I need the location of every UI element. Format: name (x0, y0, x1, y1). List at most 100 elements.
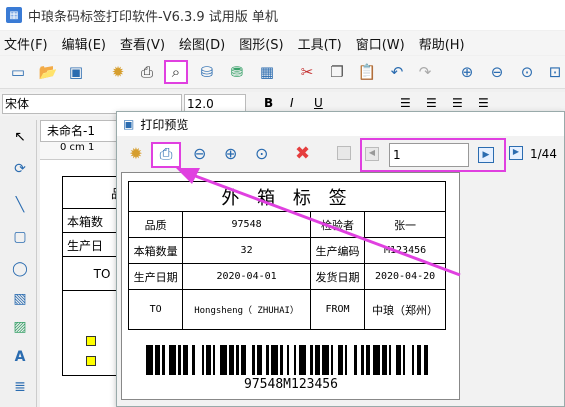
save-icon[interactable]: ▣ (64, 60, 88, 84)
title-bar: ▦ 中琅条码标签打印软件-V6.3.9 试用版 单机 (0, 0, 565, 30)
settings-icon[interactable]: ✹ (106, 60, 130, 84)
last-page-icon[interactable]: ▶ (509, 146, 523, 160)
text-icon[interactable]: A (9, 346, 31, 368)
grid-icon[interactable]: ▦ (255, 60, 279, 84)
barcode-bar (321, 345, 329, 375)
align-right-icon[interactable]: ☰ (452, 96, 463, 110)
database-settings-icon[interactable]: ⛃ (225, 60, 249, 84)
dialog-title-bar: ▣ 打印预览 (117, 112, 564, 136)
page-number-value: 1 (393, 148, 401, 162)
zoom-fit-icon[interactable]: ⊙ (255, 144, 268, 163)
print-preview-icon[interactable]: ⌕ (164, 60, 188, 84)
barcode-bar (270, 345, 278, 375)
menu-shape[interactable]: 图形(S) (239, 34, 283, 53)
align-left-icon[interactable]: ☰ (400, 96, 411, 110)
menu-edit[interactable]: 编辑(E) (62, 34, 106, 53)
barcode (146, 345, 436, 375)
doc-tab-label: 未命名-1 (47, 124, 95, 138)
menu-bar: 文件(F) 编辑(E) 查看(V) 绘图(D) 图形(S) 工具(T) 窗口(W… (0, 31, 565, 55)
align-justify-icon[interactable]: ☰ (478, 96, 489, 110)
zoom-window-icon[interactable]: ⊡ (543, 60, 565, 84)
font-size-value: 12.0 (187, 97, 214, 111)
dialog-title: 打印预览 (140, 117, 189, 132)
menu-draw[interactable]: 绘图(D) (179, 34, 225, 53)
zoom-fit-icon[interactable]: ⊙ (515, 60, 539, 84)
label-cell: 中琅（郑州） (364, 289, 446, 330)
zoom-in-icon[interactable]: ⊕ (455, 60, 479, 84)
bold-button[interactable]: B (264, 96, 273, 110)
label-table: 外 箱 标 签 品质 97548 检验者 张一 本箱数量 32 生产编码 M12… (127, 181, 446, 330)
page-total: 1/44 (530, 147, 557, 161)
font-name-value: 宋体 (5, 97, 30, 111)
rotate-icon[interactable]: ⟳ (9, 158, 31, 180)
barcode-bar (428, 345, 435, 375)
undo-icon[interactable]: ↶ (385, 60, 409, 84)
barcode-bar (347, 345, 354, 375)
menu-file[interactable]: 文件(F) (4, 34, 48, 53)
close-preview-icon[interactable]: ✖ (295, 143, 310, 164)
barcode-bar (220, 345, 227, 375)
prev-page-icon[interactable]: ◀ (365, 147, 379, 161)
label-title: 外 箱 标 签 (128, 181, 446, 212)
selection-handle[interactable] (86, 336, 96, 346)
zoom-in-icon[interactable]: ⊕ (224, 144, 237, 163)
menu-tools[interactable]: 工具(T) (298, 34, 342, 53)
label-cell: 发货日期 (309, 263, 366, 290)
paste-icon[interactable]: 📋 (355, 60, 379, 84)
rounded-rect-icon[interactable]: ▢ (9, 226, 31, 248)
menu-view[interactable]: 查看(V) (120, 34, 165, 53)
tool-palette: ↖ ⟳ ╲ ▢ ◯ ▧ ▨ A ≣ (0, 120, 37, 407)
zoom-out-icon[interactable]: ⊖ (193, 144, 206, 163)
label-cell: 检验者 (309, 211, 366, 238)
page-navigation-highlight: ◀ 1 ▶ (360, 138, 506, 172)
label-cell: 2020-04-01 (182, 263, 311, 290)
label-cell: 97548 (182, 211, 311, 238)
first-page-icon[interactable] (337, 146, 351, 160)
label-cell: FROM (309, 289, 366, 330)
preview-page: 外 箱 标 签 品质 97548 检验者 张一 本箱数量 32 生产编码 M12… (121, 172, 460, 400)
app-icon: ▦ (6, 7, 22, 23)
image-icon[interactable]: ▧ (9, 288, 31, 310)
label-cell: 生产编码 (309, 237, 366, 264)
label-cell: TO (127, 289, 184, 330)
print-icon[interactable]: ⎙ (135, 60, 159, 84)
barcode-bar (146, 345, 153, 375)
barcode-bar (372, 345, 380, 375)
ruler-text: 0 cm 1 (60, 142, 95, 153)
select-cursor-icon[interactable]: ↖ (9, 126, 31, 148)
selection-handle[interactable] (86, 356, 96, 366)
database-icon[interactable]: ⛁ (195, 60, 219, 84)
dialog-print-icon[interactable]: ⎙ (151, 142, 181, 168)
italic-button[interactable]: I (290, 96, 294, 110)
print-settings-icon[interactable]: ✹ (125, 144, 147, 166)
main-toolbar: ▭ 📂 ▣ ✹ ⎙ ⌕ ⛁ ⛃ ▦ ✂ ❐ 📋 ↶ ↷ ⊕ ⊖ ⊙ ⊡ (0, 56, 565, 89)
rich-text-icon[interactable]: ≣ (9, 376, 31, 398)
align-center-icon[interactable]: ☰ (426, 96, 437, 110)
label-cell: 生产日期 (127, 263, 184, 290)
page-number-input[interactable]: 1 (389, 143, 469, 167)
barcode-bar (246, 345, 253, 375)
picture-icon[interactable]: ▨ (9, 316, 31, 338)
barcode-bar (169, 345, 177, 375)
barcode-bar (195, 345, 202, 375)
cut-icon[interactable]: ✂ (295, 60, 319, 84)
dialog-app-icon: ▣ (123, 117, 135, 131)
menu-help[interactable]: 帮助(H) (419, 34, 465, 53)
copy-icon[interactable]: ❐ (325, 60, 349, 84)
menu-window[interactable]: 窗口(W) (356, 34, 405, 53)
open-folder-icon[interactable]: 📂 (36, 60, 60, 84)
zoom-out-icon[interactable]: ⊖ (485, 60, 509, 84)
underline-button[interactable]: U (314, 96, 323, 110)
new-file-icon[interactable]: ▭ (6, 60, 30, 84)
label-cell: 品质 (127, 211, 184, 238)
doc-tab[interactable]: 未命名-1 (40, 120, 120, 142)
line-icon[interactable]: ╲ (9, 194, 31, 216)
barcode-text: 97548M123456 (244, 377, 338, 392)
ellipse-icon[interactable]: ◯ (9, 258, 31, 280)
next-page-icon[interactable]: ▶ (478, 147, 494, 163)
redo-icon[interactable]: ↷ (413, 60, 437, 84)
label-cell: 2020-04-20 (364, 263, 446, 290)
label-cell: 本箱数量 (127, 237, 184, 264)
print-preview-dialog: ▣ 打印预览 ✹ ⎙ ⊖ ⊕ ⊙ ✖ ◀ 1 ▶ ▶ 1/44 外 箱 标 签 … (116, 111, 565, 407)
barcode-bar (298, 345, 306, 375)
